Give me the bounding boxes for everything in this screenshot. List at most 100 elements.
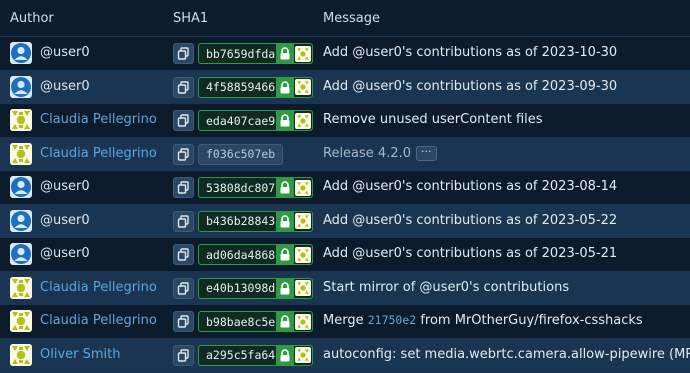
commit-message-suffix: from MrOtherGuy/firefox-csshacks <box>416 313 643 328</box>
table-row: Claudia Pellegrino f036c507eb Release 4.2.… <box>0 137 690 172</box>
user-avatar-icon[interactable] <box>10 75 32 98</box>
copy-sha-button[interactable] <box>173 344 194 366</box>
table-header: Author SHA1 Message <box>0 0 690 37</box>
author-name: @user0 <box>40 78 90 94</box>
copy-sha-button[interactable] <box>173 277 194 299</box>
commit-message[interactable]: Add @user0's contributions as of 2023-09… <box>323 79 617 94</box>
commit-message-text: Add @user0's contributions as of 2023-10… <box>323 45 618 60</box>
commit-message-text: Add @user0's contributions as of 2023-09… <box>323 78 618 94</box>
lock-icon[interactable] <box>276 211 294 231</box>
table-row: Claudia Pellegrino b98bae8c5e Merge 21750e… <box>0 305 690 339</box>
commit-message-text: Add @user0's contributions as of 2023-05… <box>323 212 618 228</box>
copy-sha-button[interactable] <box>173 143 194 165</box>
commit-ref-link[interactable]: 21750e2 <box>368 313 416 327</box>
signer-avatar-icon <box>295 280 311 296</box>
sha-link[interactable]: f036c507eb <box>198 143 284 165</box>
sha-link[interactable]: ad06da4868 <box>198 244 313 265</box>
signer-avatar-icon <box>295 347 311 363</box>
sha-link[interactable]: eda407cae9 <box>198 110 313 131</box>
commit-message[interactable]: Remove unused userContent files <box>323 112 543 127</box>
table-row: @user0 b436b28843 Add @user0's contributio… <box>0 204 690 239</box>
sha-text: 4f58859466 <box>206 80 276 94</box>
author-name: @user0 <box>40 179 90 194</box>
commit-message-text: autoconfig: set media.webrtc.camera.allo… <box>323 346 690 362</box>
sha-text: ad06da4868 <box>206 247 276 262</box>
sha-link[interactable]: a295c5fa64 <box>198 344 313 366</box>
signer-avatar-icon <box>295 45 311 62</box>
author-name: @user0 <box>40 246 90 261</box>
sha-link[interactable]: 4f58859466 <box>198 76 313 98</box>
sha-link[interactable]: b436b28843 <box>198 210 313 232</box>
sha-link[interactable]: b98bae8c5e <box>198 311 313 332</box>
commit-message[interactable]: Start mirror of @user0's contributions <box>323 280 569 295</box>
column-header-sha1: SHA1 <box>173 11 209 26</box>
column-header-message: Message <box>323 11 380 26</box>
author-name[interactable]: Oliver Smith <box>40 347 121 362</box>
sha-text: e40b13098d <box>206 281 276 295</box>
lock-icon[interactable] <box>276 77 294 97</box>
author-name[interactable]: Claudia Pellegrino <box>40 313 157 328</box>
copy-sha-button[interactable] <box>173 110 194 131</box>
sha-text: b98bae8c5e <box>206 314 276 329</box>
author-name[interactable]: Claudia Pellegrino <box>40 112 157 127</box>
sha-text: bb7659dfda <box>206 46 276 61</box>
commit-message[interactable]: Add @user0's contributions as of 2023-08… <box>323 179 617 194</box>
identicon-avatar-icon[interactable] <box>10 109 32 131</box>
lock-icon[interactable] <box>276 111 294 130</box>
author-name[interactable]: Claudia Pellegrino <box>40 280 157 295</box>
lock-icon[interactable] <box>276 345 294 365</box>
copy-sha-button[interactable] <box>173 76 194 98</box>
lock-icon[interactable] <box>276 278 294 298</box>
commit-message[interactable]: autoconfig: set media.webrtc.camera.allo… <box>323 347 690 362</box>
commit-message-text: Start mirror of @user0's contributions <box>323 279 570 295</box>
commit-message[interactable]: Add @user0's contributions as of 2023-05… <box>323 213 617 228</box>
commit-message[interactable]: Add @user0's contributions as of 2023-05… <box>323 246 617 261</box>
signer-avatar-icon <box>295 313 311 330</box>
signer-avatar-icon <box>295 112 311 129</box>
author-name: @user0 <box>40 212 90 228</box>
lock-icon[interactable] <box>276 178 294 197</box>
identicon-avatar-icon[interactable] <box>10 310 32 332</box>
user-avatar-icon[interactable] <box>10 243 32 265</box>
sha-text: 53808dc807 <box>206 180 276 195</box>
commit-message[interactable]: Release 4.2.0 ··· <box>323 145 437 161</box>
lock-icon[interactable] <box>276 312 294 331</box>
author-name: @user0 <box>40 45 90 60</box>
user-avatar-icon[interactable] <box>10 42 32 64</box>
table-row: @user0 53808dc807 Add @user0's contributio… <box>0 171 690 205</box>
copy-sha-button[interactable] <box>173 210 194 232</box>
table-row: Claudia Pellegrino e40b13098d Start mirror… <box>0 271 690 306</box>
identicon-avatar-icon[interactable] <box>10 276 32 299</box>
commit-message-text: Release 4.2.0 <box>323 145 412 161</box>
copy-sha-button[interactable] <box>173 311 194 332</box>
table-row: Claudia Pellegrino eda407cae9 Remove unuse… <box>0 104 690 138</box>
signer-avatar-icon <box>295 79 311 95</box>
identicon-avatar-icon[interactable] <box>10 142 32 165</box>
sha-link[interactable]: bb7659dfda <box>198 43 313 64</box>
identicon-avatar-icon[interactable] <box>10 343 32 366</box>
copy-sha-button[interactable] <box>173 43 194 64</box>
lock-icon[interactable] <box>276 245 294 264</box>
commit-message-text: Add @user0's contributions as of 2023-05… <box>323 246 618 261</box>
expand-message-button[interactable]: ··· <box>416 145 437 161</box>
commit-message[interactable]: Add @user0's contributions as of 2023-10… <box>323 45 617 60</box>
signer-avatar-icon <box>295 213 311 229</box>
table-row: @user0 ad06da4868 Add @user0's contributio… <box>0 238 690 272</box>
commit-message-prefix: Merge <box>323 313 368 328</box>
commit-message-text: Remove unused userContent files <box>323 112 543 127</box>
copy-sha-button[interactable] <box>173 244 194 265</box>
copy-sha-button[interactable] <box>173 177 194 198</box>
column-header-author: Author <box>10 11 54 26</box>
author-name[interactable]: Claudia Pellegrino <box>40 146 157 161</box>
sha-link[interactable]: 53808dc807 <box>198 177 313 198</box>
sha-text: eda407cae9 <box>206 113 276 128</box>
sha-text: a295c5fa64 <box>206 348 276 362</box>
signer-avatar-icon <box>295 246 311 263</box>
commit-message[interactable]: Merge 21750e2 from MrOtherGuy/firefox-cs… <box>323 313 643 328</box>
sha-link[interactable]: e40b13098d <box>198 277 313 299</box>
table-row: Oliver Smith a295c5fa64 autoconfig: set me… <box>0 338 690 373</box>
user-avatar-icon[interactable] <box>10 176 32 198</box>
lock-icon[interactable] <box>276 44 294 63</box>
table-row: @user0 4f58859466 Add @user0's contributio… <box>0 70 690 105</box>
user-avatar-icon[interactable] <box>10 209 32 232</box>
